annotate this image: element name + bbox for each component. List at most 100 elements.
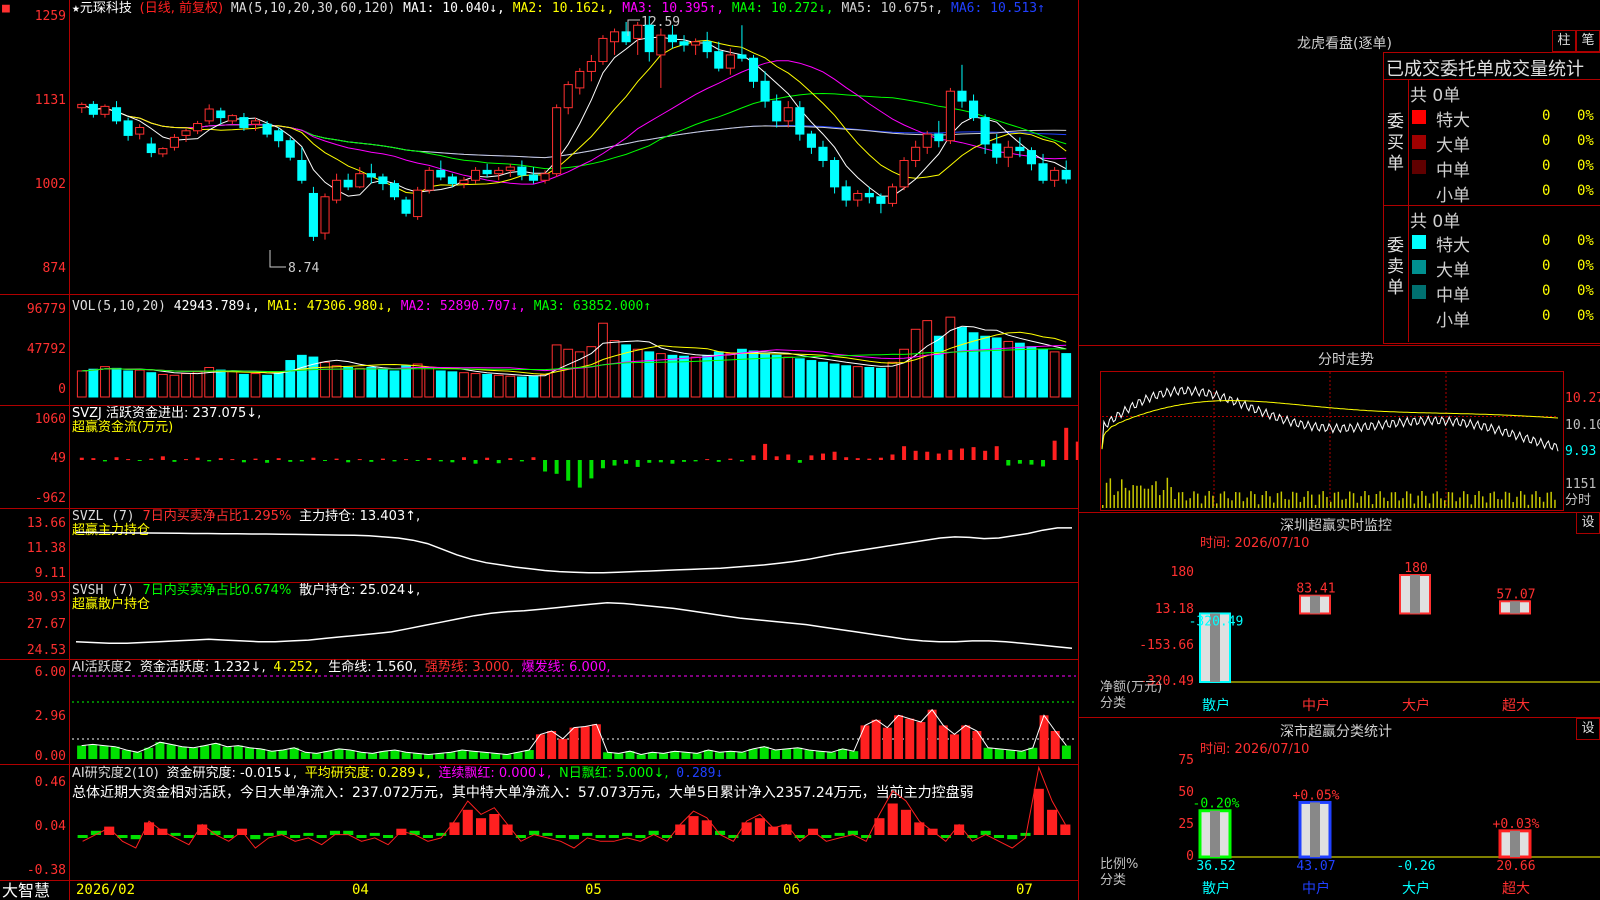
intraday-volume-bar (1219, 493, 1222, 508)
class-bar-shade (1210, 810, 1220, 857)
intraday-volume-bar (1364, 491, 1366, 508)
intraday-volume-bar (1288, 499, 1290, 508)
intraday-volume-bar (1235, 492, 1237, 508)
intraday-volume-bar (1105, 482, 1108, 508)
intraday-volume-bar (1554, 499, 1556, 508)
monitor-value-label: -320.49 (1189, 614, 1244, 629)
monitor-category: 中户 (1302, 697, 1330, 714)
intraday-volume-bar (1307, 491, 1309, 508)
intraday-volume-bar (1117, 491, 1119, 508)
monitor-value-label: 180 (1404, 561, 1427, 576)
intraday-volume-bar (1314, 504, 1317, 508)
intraday-volume-bar (1345, 498, 1347, 508)
right-charts-svg: -320.49 散户 83.41 中户 180 大户 57.07 超大 -0.20% 36.52 散… (1101, 372, 1600, 897)
intraday-volume-bar (1246, 497, 1248, 508)
intraday-volume-bar (1478, 491, 1480, 508)
intraday-volume-bar (1474, 495, 1476, 508)
intraday-volume-bar (1394, 492, 1397, 508)
intraday-volume-bar (1409, 493, 1412, 508)
intraday-volume-bar (1333, 492, 1336, 508)
intraday-volume-bar (1406, 491, 1408, 508)
intraday-volume-bar (1322, 491, 1324, 508)
intraday-volume-bar (1276, 493, 1279, 508)
intraday-volume-bar (1102, 505, 1104, 508)
intraday-volume-bar (1451, 492, 1454, 508)
intraday-volume-bar (1531, 494, 1533, 508)
intraday-volume-bar (1280, 491, 1283, 508)
intraday-volume-bar (1155, 481, 1157, 508)
class-category: 超大 (1502, 881, 1530, 897)
intraday-volume-bar (1360, 496, 1362, 508)
intraday-volume-bar (1349, 491, 1351, 508)
intraday-volume-bar (1352, 493, 1355, 508)
intraday-volume-bar (1463, 491, 1465, 508)
class-change-label: -0.20% (1193, 797, 1240, 812)
intraday-volume-bar (1535, 491, 1537, 508)
intraday-volume-bar (1193, 491, 1195, 508)
class-value-label: 36.52 (1196, 859, 1235, 874)
intraday-volume-bar (1204, 495, 1207, 508)
intraday-volume-bar (1326, 496, 1328, 508)
intraday-volume-bar (1508, 492, 1511, 508)
class-value-label: 20.66 (1496, 859, 1535, 874)
intraday-volume-bar (1398, 500, 1400, 508)
class-value-label: -0.26 (1396, 859, 1435, 874)
intraday-volume-bar (1485, 502, 1488, 508)
intraday-volume-bar (1212, 495, 1214, 508)
intraday-volume-bar (1200, 503, 1203, 508)
intraday-volume-bar (1546, 492, 1549, 508)
intraday-volume-bar (1113, 494, 1115, 508)
intraday-volume-bar (1390, 492, 1393, 508)
intraday-volume-bar (1181, 492, 1184, 508)
intraday-volume-bar (1371, 504, 1374, 508)
intraday-volume-bar (1455, 501, 1457, 508)
intraday-volume-bar (1238, 492, 1241, 508)
class-change-label: +0.05% (1293, 788, 1340, 803)
class-category: 散户 (1202, 880, 1230, 897)
intraday-volume-bar (1170, 487, 1172, 508)
intraday-volume-bar (1250, 491, 1252, 508)
monitor-category: 散户 (1202, 697, 1230, 714)
monitor-value-label: 83.41 (1296, 582, 1335, 597)
intraday-volume-bar (1432, 493, 1435, 508)
intraday-volume-bar (1178, 492, 1180, 508)
intraday-volume-bar (1311, 494, 1313, 508)
intraday-volume-bar (1143, 488, 1146, 508)
intraday-volume-bar (1421, 491, 1423, 508)
intraday-volume-bar (1121, 479, 1123, 508)
intraday-volume-bar (1147, 488, 1150, 508)
intraday-volume-bar (1550, 491, 1552, 508)
intraday-volume-bar (1447, 492, 1450, 508)
intraday-volume-bar (1489, 493, 1492, 508)
intraday-volume-bar (1459, 497, 1461, 508)
intraday-volume-bar (1379, 491, 1381, 508)
intraday-volume-bar (1166, 477, 1169, 508)
intraday-volume-bar (1387, 501, 1389, 508)
intraday-volume-bar (1493, 491, 1495, 508)
intraday-volume-bar (1216, 503, 1218, 508)
intraday-volume-bar (1516, 496, 1518, 508)
intraday-volume-bar (1482, 496, 1484, 508)
intraday-volume-bar (1292, 491, 1294, 508)
intraday-volume-bar (1299, 501, 1302, 508)
class-category: 中户 (1302, 880, 1330, 897)
intraday-volume-bar (1269, 496, 1271, 508)
intraday-volume-bar (1527, 504, 1530, 508)
intraday-volume-bar (1368, 495, 1370, 508)
intraday-volume-bar (1261, 495, 1264, 508)
intraday-volume-bar (1159, 495, 1161, 508)
intraday-volume-bar (1318, 494, 1321, 508)
intraday-volume-bar (1542, 501, 1545, 508)
intraday-volume-bar (1497, 499, 1499, 508)
intraday-volume-bar (1151, 485, 1153, 508)
intraday-volume-bar (1174, 499, 1176, 508)
intraday-volume-bar (1295, 492, 1298, 508)
intraday-volume-bar (1136, 485, 1138, 508)
class-change-label: +0.03% (1493, 817, 1540, 832)
intraday-volume-bar (1428, 503, 1431, 508)
intraday-volume-bar (1132, 485, 1134, 508)
monitor-bar-shade (1510, 601, 1520, 614)
intraday-volume-bar (1504, 491, 1507, 508)
intraday-volume-bar (1512, 502, 1514, 508)
intraday-volume-bar (1501, 499, 1503, 508)
